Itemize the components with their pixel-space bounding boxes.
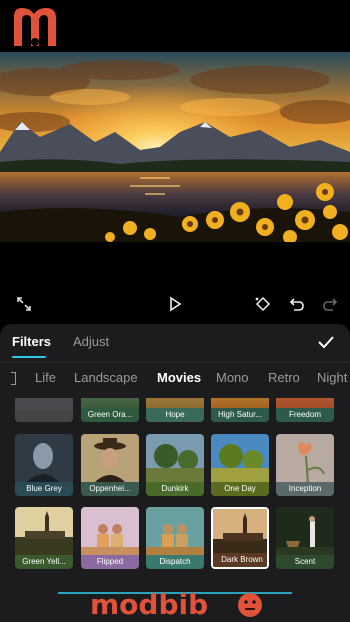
checkmark-icon[interactable] — [316, 332, 336, 352]
filter-tile-dark-brown[interactable]: Dark Brown — [211, 507, 269, 569]
thumb-tulip — [276, 434, 334, 484]
none-filter-icon[interactable] — [11, 372, 16, 385]
thumb-trees-blue — [211, 434, 269, 484]
tab-adjust[interactable]: Adjust — [73, 334, 109, 349]
filter-tile-oppenheimer[interactable]: Oppenhei... — [81, 434, 139, 496]
filter-tile-one-day[interactable]: One Day — [211, 434, 269, 496]
category-night[interactable]: Night — [317, 370, 347, 385]
thumb-castle-brown — [213, 509, 267, 559]
watermark-logo: modbib — [90, 588, 262, 620]
thumb-portrait — [15, 434, 73, 484]
redo-icon[interactable] — [318, 292, 342, 316]
filter-tile-flipped[interactable]: Flipped — [81, 507, 139, 569]
tab-filters[interactable]: Filters — [12, 334, 51, 349]
category-retro[interactable]: Retro — [268, 370, 300, 385]
playback-controls — [0, 284, 350, 324]
undo-icon[interactable] — [285, 292, 309, 316]
app-logo — [14, 8, 56, 46]
filter-tile-green-yellow[interactable]: Green Yell... — [15, 507, 73, 569]
thumb-forest-deer — [276, 507, 334, 557]
filter-tile-green-orange[interactable]: Green Ora... — [81, 398, 139, 422]
thumb-couple — [81, 507, 139, 557]
category-movies[interactable]: Movies — [157, 370, 201, 385]
category-life[interactable]: Life — [35, 370, 56, 385]
filter-tile-blue-grey[interactable]: Blue Grey — [15, 434, 73, 496]
thumb-couple-teal — [146, 507, 204, 557]
keyframe-icon[interactable] — [251, 292, 275, 316]
category-landscape[interactable]: Landscape — [74, 370, 138, 385]
divider — [0, 362, 350, 363]
video-preview[interactable] — [0, 52, 350, 242]
preview-image — [0, 52, 350, 242]
reset-icon — [39, 398, 49, 400]
filter-tile-dispatch[interactable]: Dispatch — [146, 507, 204, 569]
active-tab-indicator — [12, 356, 46, 358]
filter-tile-freedom[interactable]: Freedom — [276, 398, 334, 422]
filter-tile-scent[interactable]: Scent — [276, 507, 334, 569]
filter-tile-hope[interactable]: Hope — [146, 398, 204, 422]
filter-tile-high-saturation[interactable]: High Satur... — [211, 398, 269, 422]
top-bar — [0, 0, 350, 52]
svg-text:modbib: modbib — [90, 588, 208, 620]
category-bar[interactable]: Life Landscape Movies Mono Retro Night — [0, 368, 350, 390]
category-mono[interactable]: Mono — [216, 370, 249, 385]
thumb-castle — [15, 507, 73, 557]
thumb-hat-man — [81, 434, 139, 484]
thumb-trees — [146, 434, 204, 484]
filter-tile-inception[interactable]: Inception — [276, 434, 334, 496]
play-icon[interactable] — [163, 292, 187, 316]
fullscreen-icon[interactable] — [12, 292, 36, 316]
filter-tile[interactable] — [15, 398, 73, 422]
panel-tabs: Filters Adjust — [0, 324, 350, 360]
filters-panel: Filters Adjust Life Landscape Movies Mon… — [0, 324, 350, 622]
filter-grid: Green Ora... Hope High Satur... Freedom … — [0, 398, 350, 586]
filter-tile-dunkirk[interactable]: Dunkirk — [146, 434, 204, 496]
